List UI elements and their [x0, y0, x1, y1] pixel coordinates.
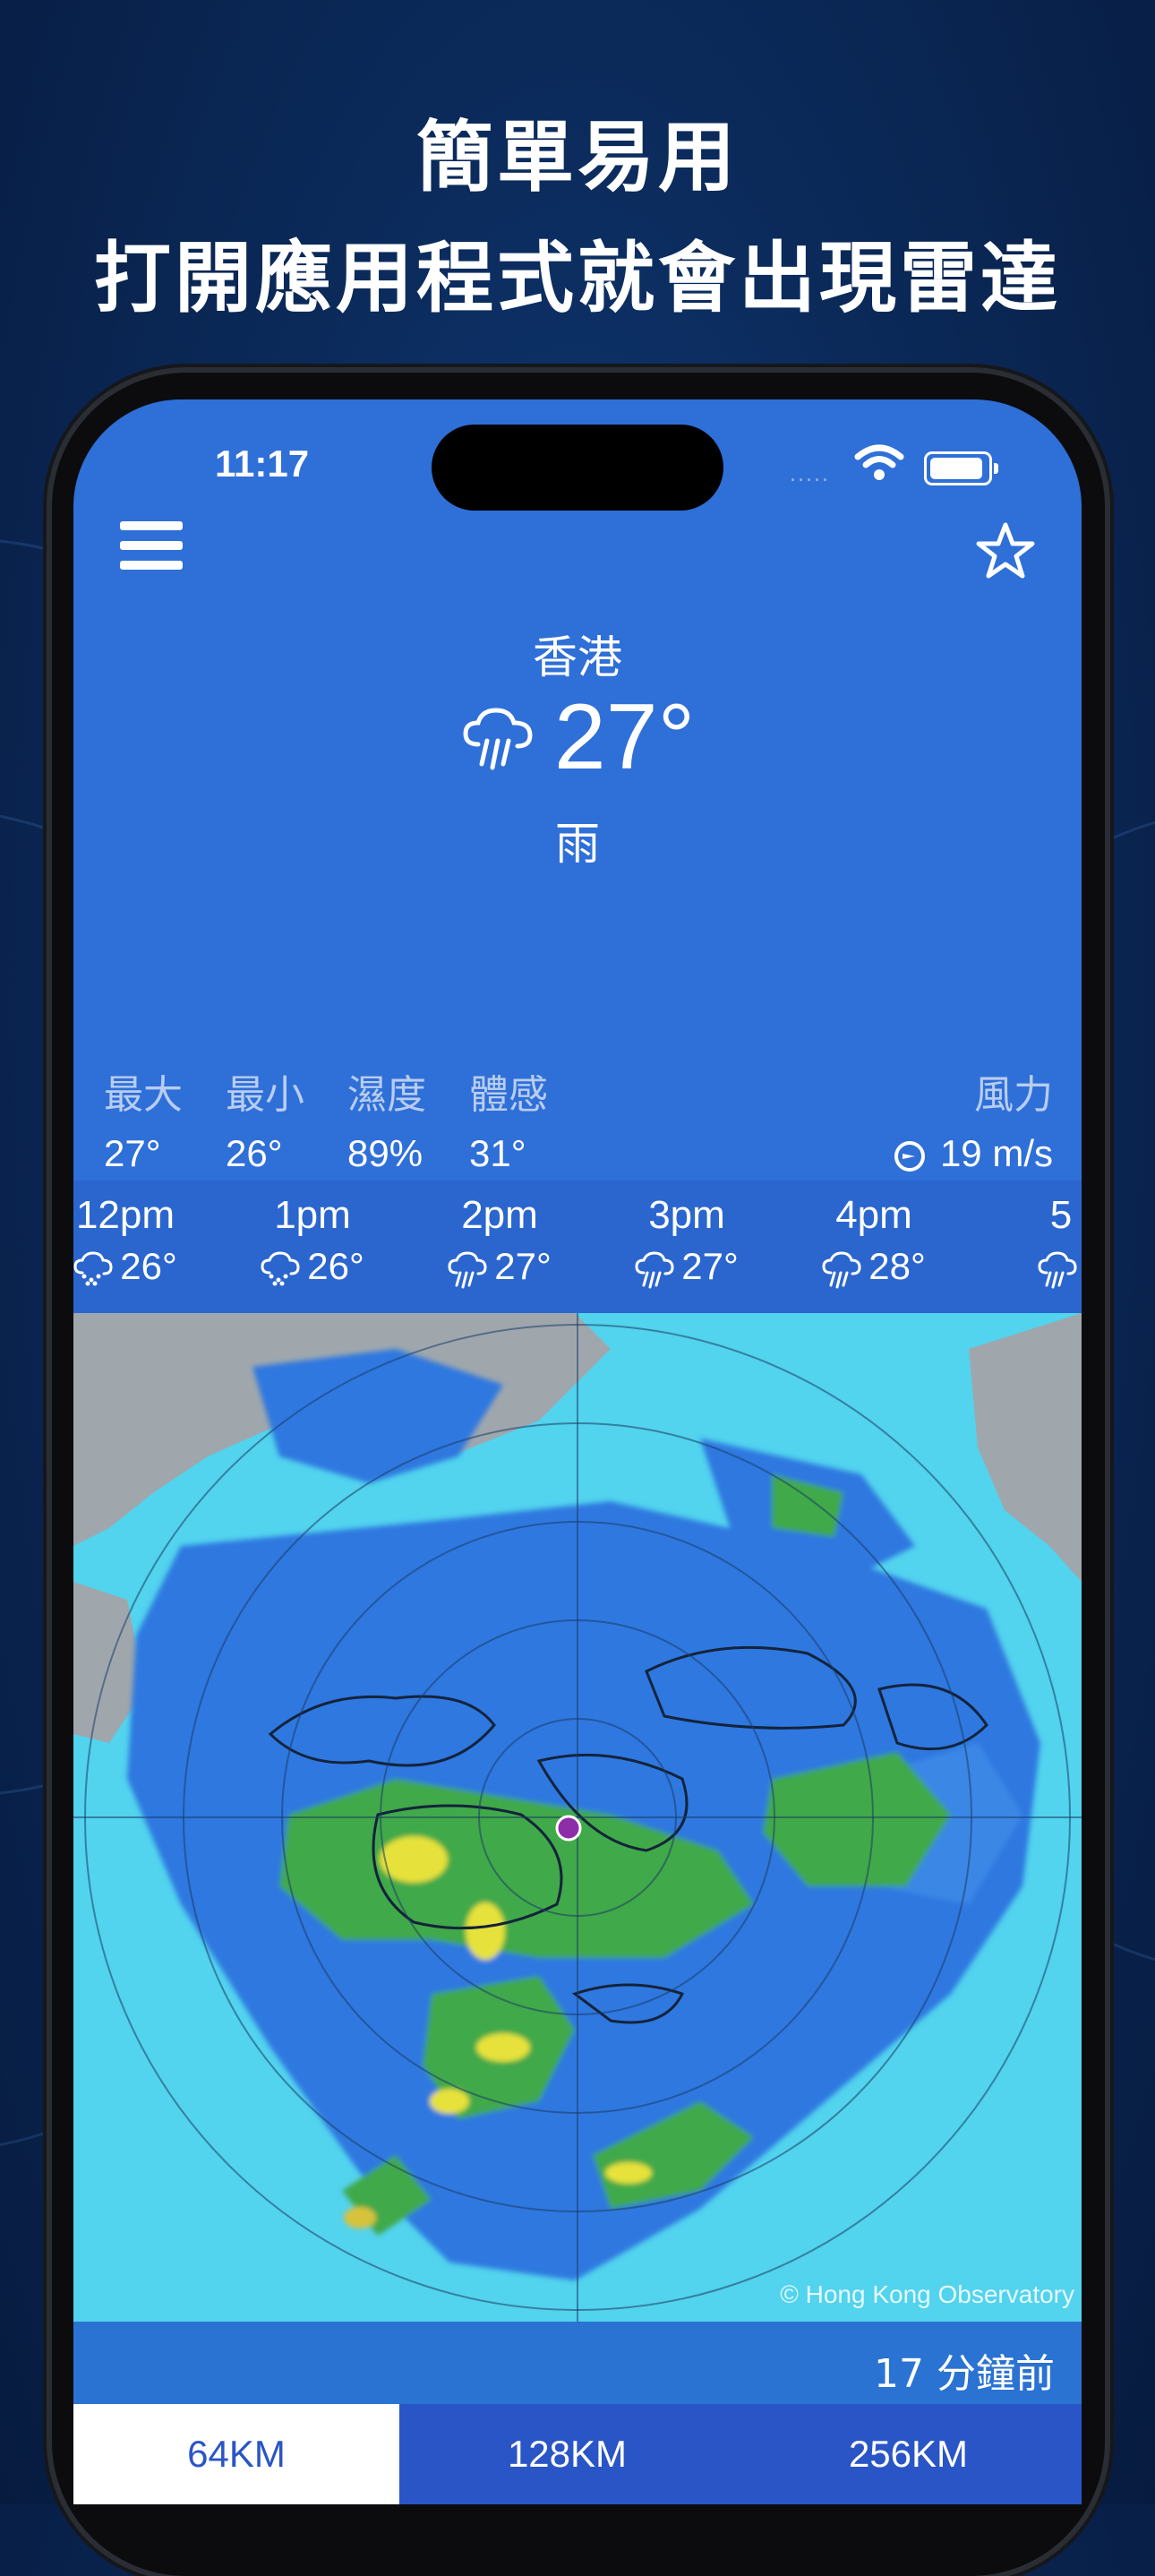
rain-cloud-icon: [635, 1245, 681, 1289]
hourly-temp-row: 27°: [597, 1245, 776, 1289]
hourly-time: 4pm: [835, 1193, 912, 1237]
hourly-item: 3pm 27°: [597, 1193, 776, 1289]
drizzle-cloud-icon: [73, 1245, 120, 1287]
hourly-item: 4pm 28°: [784, 1193, 963, 1289]
status-time: 11:17: [215, 442, 310, 485]
cellular-signal-icon: .....: [790, 464, 830, 486]
promo-headline: 簡單易用: [416, 113, 739, 202]
range-tabs: 64KM 128KM 256KM: [73, 2404, 1082, 2504]
current-condition: 雨: [555, 818, 600, 870]
app-screen: 11:17 ..... 香港 27° 雨 最大 27° 最小 26° 濕度 89…: [73, 399, 1082, 2504]
hourly-time: 5: [1049, 1193, 1073, 1237]
hourly-item: 2pm 27°: [410, 1193, 589, 1289]
stat-wind-value: 19 m/s: [939, 1132, 1053, 1174]
radar-credit: © Hong Kong Observatory: [780, 2280, 1074, 2308]
hourly-temp: 28°: [868, 1245, 926, 1287]
rain-cloud-icon: [1038, 1245, 1082, 1289]
rain-cloud-icon: [463, 707, 533, 769]
hamburger-menu-icon[interactable]: [120, 521, 183, 575]
hourly-temp-row: 27°: [410, 1245, 589, 1289]
promo-subheadline: 打開應用程式就會出現雷達: [94, 234, 1061, 323]
hourly-time: 1pm: [274, 1193, 351, 1237]
range-tab-128km[interactable]: 128KM: [399, 2404, 735, 2504]
stat-wind-value-row: 19 m/s: [892, 1132, 1053, 1175]
stat-humidity: 濕度 89%: [347, 1062, 426, 1175]
wifi-icon: [854, 444, 904, 480]
current-temperature: 27°: [553, 685, 696, 789]
hourly-time: 12pm: [75, 1193, 175, 1237]
wind-direction-icon: [894, 1140, 925, 1172]
radar-updated-bar: 17 分鐘前: [73, 2322, 1082, 2404]
stat-max: 最大 27°: [104, 1062, 183, 1175]
stat-humidity-label: 濕度: [347, 1072, 426, 1118]
drizzle-cloud-icon: [261, 1245, 307, 1287]
stat-feels-value: 31°: [469, 1132, 526, 1174]
dynamic-island: [432, 425, 723, 511]
hourly-temp-row: [971, 1245, 1082, 1289]
stat-min: 最小 26°: [226, 1062, 304, 1175]
stat-max-value: 27°: [104, 1132, 161, 1174]
hourly-time: 2pm: [461, 1193, 538, 1237]
stat-humidity-value: 89%: [347, 1132, 424, 1174]
hourly-temp: 26°: [307, 1245, 364, 1287]
hourly-time: 3pm: [648, 1193, 725, 1237]
radar-image: [73, 1313, 1082, 2322]
hourly-temp: 27°: [681, 1245, 739, 1287]
stat-feels-like: 體感 31°: [469, 1062, 548, 1175]
rain-cloud-icon: [448, 1245, 494, 1289]
range-tab-64km[interactable]: 64KM: [73, 2404, 399, 2504]
stats-row: 最大 27° 最小 26° 濕度 89% 體感 31° 風力 19 m/s: [73, 1062, 1082, 1179]
hourly-temp-row: 26°: [223, 1245, 402, 1289]
stat-min-label: 最小: [226, 1072, 304, 1118]
stat-feels-label: 體感: [469, 1072, 548, 1118]
current-weather: 27°: [73, 684, 1082, 791]
stat-max-label: 最大: [104, 1072, 183, 1118]
status-bar: 11:17 .....: [73, 399, 1082, 511]
hourly-item: 1pm 26°: [223, 1193, 402, 1289]
city-name: 香港: [533, 631, 622, 683]
battery-icon: [924, 451, 998, 485]
hourly-item: 12pm 26°: [73, 1193, 215, 1289]
stat-min-value: 26°: [226, 1132, 283, 1174]
stat-wind: 風力 19 m/s: [892, 1062, 1053, 1175]
hourly-temp: 26°: [120, 1245, 177, 1287]
radar-updated-time: 17 分鐘前: [874, 2351, 1055, 2397]
hourly-temp: 27°: [494, 1245, 552, 1287]
hourly-item: 5: [971, 1193, 1082, 1289]
hourly-forecast[interactable]: 12pm 26° 1pm 26° 2pm 27° 3pm 27° 4pm 28° 5: [73, 1181, 1082, 1313]
rain-cloud-icon: [822, 1245, 868, 1289]
radar-map[interactable]: © Hong Kong Observatory: [73, 1313, 1082, 2322]
favorite-star-icon[interactable]: [974, 519, 1037, 582]
stat-wind-label: 風力: [974, 1072, 1053, 1118]
hourly-temp-row: 28°: [784, 1245, 963, 1289]
range-tab-256km[interactable]: 256KM: [735, 2404, 1082, 2504]
hourly-temp-row: 26°: [73, 1245, 215, 1289]
